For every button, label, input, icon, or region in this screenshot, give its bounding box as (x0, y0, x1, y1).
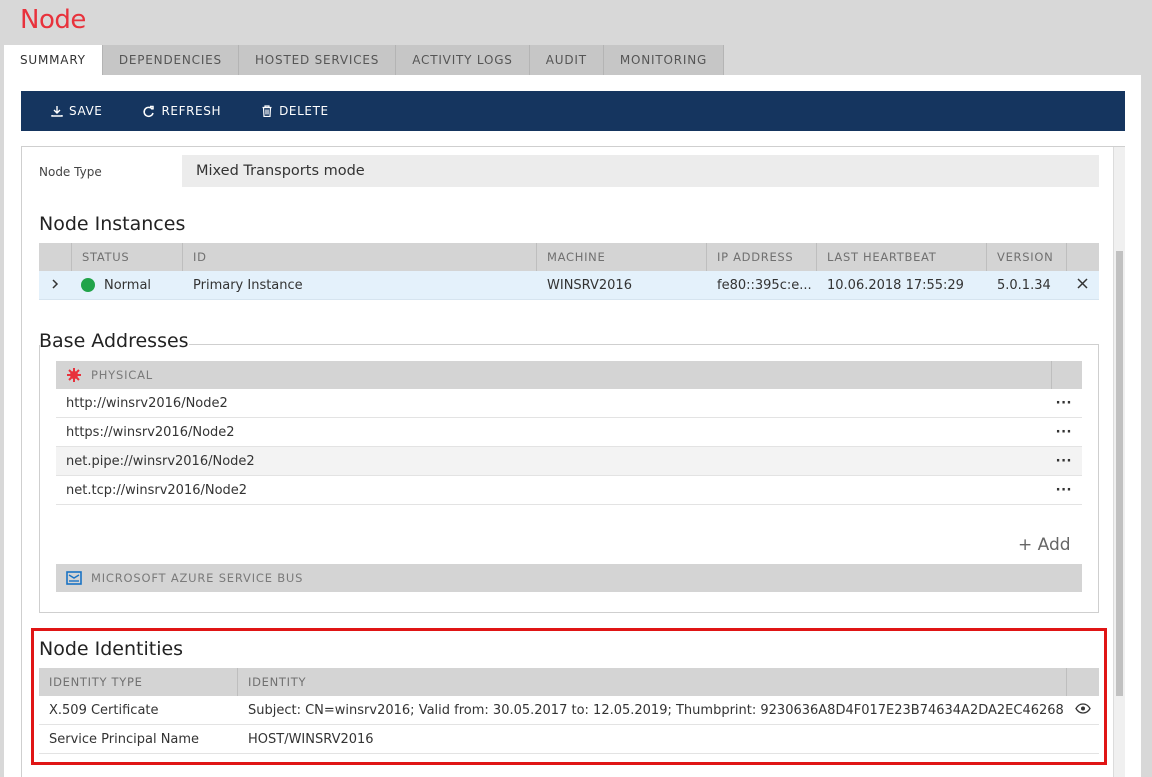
add-address-link[interactable]: + Add (1018, 535, 1071, 555)
tab-summary[interactable]: SUMMARY (4, 45, 103, 75)
id-cell: Primary Instance (193, 277, 303, 293)
refresh-label: REFRESH (161, 104, 222, 118)
trash-icon (262, 105, 272, 117)
list-item[interactable]: https://winsrv2016/Node2 ··· (56, 418, 1082, 447)
delete-button[interactable]: DELETE (261, 104, 329, 118)
node-type-field[interactable]: Mixed Transports mode (182, 155, 1099, 187)
address-url: net.tcp://winsrv2016/Node2 (66, 483, 248, 498)
node-instances-title: Node Instances (39, 213, 186, 235)
column-header-version[interactable]: VERSION (987, 243, 1067, 271)
list-item[interactable]: http://winsrv2016/Node2 ··· (56, 389, 1082, 418)
address-url: https://winsrv2016/Node2 (66, 425, 235, 440)
more-options-icon[interactable]: ··· (1056, 418, 1072, 447)
tab-bar: SUMMARY DEPENDENCIES HOSTED SERVICES ACT… (4, 45, 725, 75)
column-divider (1051, 361, 1052, 389)
column-header-machine[interactable]: MACHINE (537, 243, 707, 271)
status-text: Normal (104, 277, 152, 293)
actions-column-header (1067, 243, 1099, 271)
toolbar: SAVE REFRESH DELETE (21, 91, 1125, 131)
column-header-last-heartbeat[interactable]: LAST HEARTBEAT (817, 243, 987, 271)
highlight-box (31, 628, 1107, 765)
refresh-button[interactable]: REFRESH (142, 104, 221, 118)
azure-label: MICROSOFT AZURE SERVICE BUS (91, 571, 304, 585)
tab-hosted-services[interactable]: HOSTED SERVICES (238, 45, 397, 75)
tab-audit[interactable]: AUDIT (529, 45, 604, 75)
close-icon[interactable] (1067, 277, 1099, 293)
download-icon (51, 106, 63, 117)
page-title: Node (20, 5, 86, 35)
column-header-status[interactable]: STATUS (72, 243, 183, 271)
grid-header: STATUS ID MACHINE IP ADDRESS LAST HEARTB… (39, 243, 1099, 271)
tab-activity-logs[interactable]: ACTIVITY LOGS (396, 45, 530, 75)
more-options-icon[interactable]: ··· (1056, 389, 1072, 418)
machine-cell: WINSRV2016 (547, 277, 632, 293)
table-row[interactable]: Normal Primary Instance WINSRV2016 fe80:… (39, 271, 1099, 300)
save-button[interactable]: SAVE (51, 104, 102, 118)
more-options-icon[interactable]: ··· (1056, 476, 1072, 505)
column-header-ip-address[interactable]: IP ADDRESS (707, 243, 817, 271)
last-heartbeat-cell: 10.06.2018 17:55:29 (827, 277, 964, 293)
scrollbar-thumb[interactable] (1116, 251, 1123, 696)
tab-monitoring[interactable]: MONITORING (603, 45, 725, 75)
status-normal-icon (81, 278, 95, 292)
expand-column-header (39, 243, 72, 271)
network-icon (67, 368, 81, 382)
scrollbar[interactable] (1113, 147, 1125, 777)
node-instances-grid: STATUS ID MACHINE IP ADDRESS LAST HEARTB… (39, 243, 1099, 300)
tab-dependencies[interactable]: DEPENDENCIES (102, 45, 239, 75)
more-options-icon[interactable]: ··· (1056, 447, 1072, 476)
version-cell: 5.0.1.34 (997, 277, 1051, 293)
chevron-right-icon[interactable] (39, 278, 72, 293)
list-item[interactable]: net.pipe://winsrv2016/Node2 ··· (56, 447, 1082, 476)
delete-label: DELETE (279, 104, 329, 118)
physical-label: PHYSICAL (91, 368, 154, 382)
address-url: http://winsrv2016/Node2 (66, 396, 228, 411)
address-url: net.pipe://winsrv2016/Node2 (66, 454, 255, 469)
ip-address-cell: fe80::395c:e... (717, 277, 812, 293)
list-item[interactable]: net.tcp://winsrv2016/Node2 ··· (56, 476, 1082, 505)
refresh-icon (143, 105, 155, 117)
save-label: SAVE (69, 104, 103, 118)
service-bus-icon (66, 571, 82, 585)
node-type-label: Node Type (39, 165, 102, 179)
azure-group-header[interactable]: MICROSOFT AZURE SERVICE BUS (56, 564, 1082, 592)
physical-group-header[interactable]: PHYSICAL (56, 361, 1082, 389)
column-header-id[interactable]: ID (183, 243, 537, 271)
status-cell: Normal (72, 278, 183, 293)
